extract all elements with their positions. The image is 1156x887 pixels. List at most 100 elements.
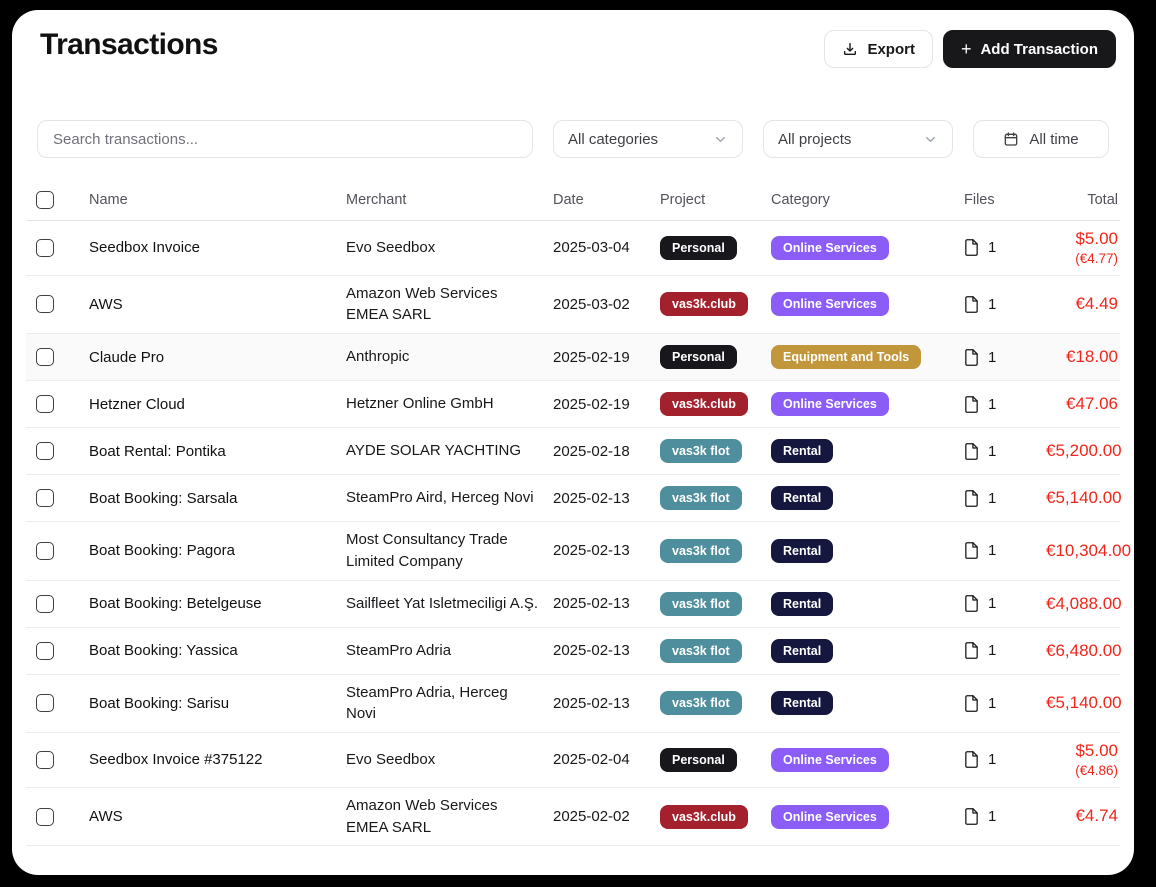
table-row[interactable]: AWS Amazon Web Services EMEA SARL 2025-0… [26,276,1120,335]
table-row[interactable]: Boat Booking: Sarisu SteamPro Adria, Her… [26,675,1120,734]
row-checkbox[interactable] [36,642,54,660]
table-row[interactable]: Boat Booking: Pagora Most Consultancy Tr… [26,522,1120,581]
project-badge: Personal [660,748,737,772]
file-icon [964,542,979,559]
file-icon [964,396,979,413]
column-header-merchant: Merchant [346,192,553,208]
export-button[interactable]: Export [824,30,933,68]
row-date: 2025-02-19 [553,396,660,413]
table-row[interactable]: AWS Amazon Web Services EMEA SARL 2025-0… [26,788,1120,847]
row-checkbox[interactable] [36,694,54,712]
total-primary: $5.00 [1046,228,1118,250]
row-total: €5,140.00 [1046,692,1124,714]
category-badge: Online Services [771,236,889,260]
add-transaction-label: Add Transaction [980,41,1098,58]
project-badge: vas3k flot [660,486,742,510]
category-badge: Online Services [771,805,889,829]
row-checkbox[interactable] [36,442,54,460]
category-badge: Rental [771,439,833,463]
row-checkbox[interactable] [36,295,54,313]
add-transaction-button[interactable]: + Add Transaction [943,30,1116,68]
category-badge: Rental [771,691,833,715]
row-name: Boat Booking: Sarsala [89,490,346,507]
row-merchant: SteamPro Adria [346,640,553,662]
row-checkbox[interactable] [36,751,54,769]
total-primary: €10,304.00 [1046,540,1131,562]
project-badge: vas3k flot [660,539,742,563]
file-icon [964,443,979,460]
row-name: Boat Booking: Betelgeuse [89,595,346,612]
row-merchant: AYDE SOLAR YACHTING [346,440,553,462]
chevron-down-icon [923,132,938,147]
row-merchant: SteamPro Adria, Herceg Novi [346,682,553,726]
table-row[interactable]: Boat Rental: Pontika AYDE SOLAR YACHTING… [26,428,1120,475]
total-primary: €5,140.00 [1046,692,1122,714]
row-checkbox[interactable] [36,489,54,507]
total-secondary: (€4.77) [1046,250,1118,268]
table-row[interactable]: Boat Booking: Yassica SteamPro Adria 202… [26,628,1120,675]
row-total: €4.74 [1046,805,1120,827]
table-header: Name Merchant Date Project Category File… [26,179,1120,221]
table-row[interactable]: Claude Pro Anthropic 2025-02-19 Personal… [26,334,1120,381]
category-badge: Equipment and Tools [771,345,921,369]
row-name: Seedbox Invoice #375122 [89,751,346,768]
project-badge: vas3k.club [660,292,748,316]
row-checkbox[interactable] [36,348,54,366]
header-actions: Export + Add Transaction [824,30,1116,68]
row-checkbox[interactable] [36,542,54,560]
column-header-category: Category [771,192,964,208]
export-label: Export [867,41,915,58]
file-icon [964,695,979,712]
projects-select[interactable]: All projects [763,120,953,158]
row-total: $5.00 (€4.77) [1046,228,1120,268]
column-header-project: Project [660,192,771,208]
row-name: Claude Pro [89,349,346,366]
row-name: Hetzner Cloud [89,396,346,413]
select-all-checkbox[interactable] [36,191,54,209]
row-checkbox[interactable] [36,808,54,826]
file-icon [964,239,979,256]
table-row[interactable]: Seedbox Invoice #375122 Evo Seedbox 2025… [26,733,1120,788]
date-range-button[interactable]: All time [973,120,1109,158]
row-checkbox[interactable] [36,395,54,413]
category-badge: Rental [771,539,833,563]
row-name: Boat Booking: Pagora [89,542,346,559]
file-icon [964,595,979,612]
files-count: 1 [988,542,996,559]
filter-bar: All categories All projects All time [26,120,1120,158]
table-body: Seedbox Invoice Evo Seedbox 2025-03-04 P… [26,221,1120,846]
table-row[interactable]: Seedbox Invoice Evo Seedbox 2025-03-04 P… [26,221,1120,276]
row-merchant: SteamPro Aird, Herceg Novi [346,487,553,509]
project-badge: Personal [660,236,737,260]
total-primary: €47.06 [1046,393,1118,415]
project-badge: vas3k flot [660,592,742,616]
row-date: 2025-02-13 [553,642,660,659]
row-checkbox[interactable] [36,595,54,613]
calendar-icon [1003,131,1019,147]
category-badge: Online Services [771,392,889,416]
total-secondary: (€4.86) [1046,762,1118,780]
row-total: €18.00 [1046,346,1120,368]
row-merchant: Evo Seedbox [346,237,553,259]
row-name: Boat Rental: Pontika [89,443,346,460]
table-row[interactable]: Boat Booking: Sarsala SteamPro Aird, Her… [26,475,1120,522]
total-primary: €4.74 [1046,805,1118,827]
row-date: 2025-02-02 [553,808,660,825]
row-total: $5.00 (€4.86) [1046,740,1120,780]
transactions-panel: Transactions Export + Add Transaction Al… [12,10,1134,875]
total-primary: €4.49 [1046,293,1118,315]
projects-select-value: All projects [778,131,851,148]
table-row[interactable]: Boat Booking: Betelgeuse Sailfleet Yat I… [26,581,1120,628]
total-primary: €18.00 [1046,346,1118,368]
total-primary: €5,200.00 [1046,440,1122,462]
row-date: 2025-03-02 [553,296,660,313]
category-badge: Online Services [771,748,889,772]
row-name: Boat Booking: Yassica [89,642,346,659]
categories-select[interactable]: All categories [553,120,743,158]
row-merchant: Anthropic [346,346,553,368]
file-icon [964,751,979,768]
table-row[interactable]: Hetzner Cloud Hetzner Online GmbH 2025-0… [26,381,1120,428]
search-input[interactable] [37,120,533,158]
row-checkbox[interactable] [36,239,54,257]
column-header-files: Files [964,192,1046,208]
